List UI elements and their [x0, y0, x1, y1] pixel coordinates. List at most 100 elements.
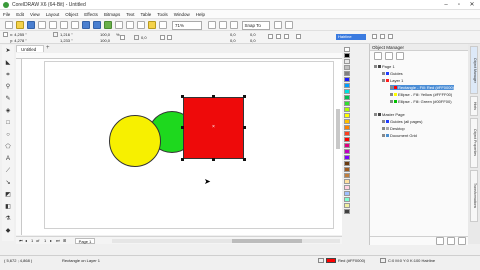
menu-object[interactable]: Object [62, 10, 81, 19]
scale-width-field[interactable]: 100,0 [100, 32, 110, 37]
width-field[interactable]: 1,216 " [60, 32, 73, 37]
show-rulers-icon[interactable] [219, 21, 227, 29]
tab-transformations[interactable]: Transformations [470, 170, 478, 222]
palette-swatch[interactable] [344, 209, 350, 214]
object-manager-row[interactable]: Page 1 [374, 64, 395, 69]
palette-swatch[interactable] [344, 131, 350, 136]
redo-icon[interactable] [92, 21, 101, 29]
prev-page-icon[interactable]: ◂ [25, 237, 27, 245]
paste-icon[interactable] [70, 21, 79, 29]
layer-manager-view-icon[interactable] [395, 52, 404, 60]
selection-handle-top-left[interactable] [181, 95, 184, 98]
minimize-button[interactable]: ‒ [440, 1, 452, 9]
rectangle-tool-icon[interactable]: □ [4, 119, 12, 127]
vertical-scrollbar-thumb[interactable] [336, 109, 340, 149]
palette-swatch[interactable] [344, 53, 350, 58]
shape-tool-icon[interactable]: ◣ [4, 59, 12, 67]
x-position-field[interactable]: x: 4,255 " [10, 32, 27, 37]
palette-swatch[interactable] [344, 89, 350, 94]
palette-swatch[interactable] [344, 179, 350, 184]
eyedropper-tool-icon[interactable]: ⚗ [4, 215, 12, 223]
corner-radius-top-left-field[interactable]: 0,0 [230, 32, 236, 37]
object-manager-row[interactable]: Guides [382, 71, 403, 76]
palette-swatch[interactable] [344, 107, 350, 112]
palette-swatch[interactable] [344, 95, 350, 100]
text-tool-icon[interactable]: A [4, 155, 12, 163]
menu-tools[interactable]: Tools [154, 10, 171, 19]
palette-swatch[interactable] [344, 143, 350, 148]
selection-handle-top-right[interactable] [243, 95, 246, 98]
horizontal-scrollbar[interactable] [112, 239, 340, 243]
snap-to-select[interactable]: Snap To [241, 20, 270, 30]
palette-swatch[interactable] [344, 59, 350, 64]
palette-swatch[interactable] [344, 167, 350, 172]
close-button[interactable]: ✕ [466, 1, 478, 9]
new-layer-icon[interactable] [435, 236, 444, 245]
cut-icon[interactable] [48, 21, 57, 29]
palette-swatch[interactable] [344, 173, 350, 178]
maximize-button[interactable]: ▫ [453, 1, 465, 9]
tab-object-manager[interactable]: Object Manager [470, 46, 478, 94]
export-icon[interactable] [125, 21, 134, 29]
corner-radius-top-right-field[interactable]: 0,0 [250, 32, 256, 37]
fill-color-swatch[interactable] [326, 258, 336, 263]
scale-height-field[interactable]: 100,0 [100, 38, 110, 43]
mirror-vertical-icon[interactable] [167, 35, 172, 40]
transparency-tool-icon[interactable]: ◧ [4, 203, 12, 211]
add-page-icon[interactable]: ⊞ [63, 237, 66, 245]
outline-width-select[interactable]: Hairline [336, 34, 366, 40]
visibility-eye-icon[interactable] [382, 120, 385, 124]
menu-bitmaps[interactable]: Bitmaps [101, 10, 123, 19]
visibility-eye-icon[interactable] [374, 65, 377, 69]
polygon-tool-icon[interactable]: ⬠ [4, 143, 12, 151]
object-manager-row[interactable]: Ellipse - Fill: Yellow (#FFFF00) [390, 92, 452, 97]
freehand-tool-icon[interactable]: ✎ [4, 95, 12, 103]
palette-swatch[interactable] [344, 185, 350, 190]
interactive-fill-tool-icon[interactable]: ◆ [4, 227, 12, 235]
new-master-layer-icon[interactable] [446, 236, 455, 245]
visibility-eye-icon[interactable] [390, 93, 393, 97]
selection-handle-bottom[interactable] [212, 158, 215, 161]
connector-tool-icon[interactable]: ↘ [4, 179, 12, 187]
tab-object-properties[interactable]: Object Properties [470, 118, 478, 168]
visibility-eye-icon[interactable] [390, 100, 393, 104]
page-tab[interactable]: Page 1 [75, 238, 95, 244]
show-grid-icon[interactable] [230, 21, 238, 29]
wrap-text-icon[interactable] [296, 34, 301, 39]
undo-icon[interactable] [81, 21, 90, 29]
open-icon[interactable] [15, 21, 24, 29]
palette-swatch[interactable] [344, 155, 350, 160]
selection-handle-top[interactable] [212, 95, 215, 98]
first-page-icon[interactable]: ⏮ [19, 237, 23, 245]
palette-swatch[interactable] [344, 203, 350, 208]
save-icon[interactable] [26, 21, 35, 29]
document-tab[interactable]: Untitled [16, 45, 44, 52]
coreldraw-app-icon[interactable] [3, 2, 9, 8]
full-screen-preview-icon[interactable] [208, 21, 216, 29]
welcome-screen-icon[interactable] [158, 21, 167, 29]
palette-swatch[interactable] [344, 161, 350, 166]
object-manager-row[interactable]: Layer 1 [382, 78, 403, 83]
height-field[interactable]: 1,233 " [60, 38, 73, 43]
smart-fill-tool-icon[interactable]: ◈ [4, 107, 12, 115]
print-icon[interactable] [37, 21, 46, 29]
copy-icon[interactable] [59, 21, 68, 29]
crop-tool-icon[interactable]: ⌗ [4, 71, 12, 79]
horizontal-scrollbar-thumb[interactable] [232, 239, 302, 243]
mirror-horizontal-icon[interactable] [160, 35, 165, 40]
menu-layout[interactable]: Layout [43, 10, 63, 19]
drawing-canvas[interactable]: × ➤ [22, 59, 342, 235]
new-document-icon[interactable] [4, 21, 13, 29]
next-page-icon[interactable]: ▸ [50, 237, 52, 245]
palette-swatch[interactable] [344, 47, 350, 52]
menu-help[interactable]: Help [193, 10, 208, 19]
import-icon[interactable] [114, 21, 123, 29]
menu-window[interactable]: Window [171, 10, 193, 19]
visibility-eye-icon[interactable] [382, 79, 385, 83]
object-manager-row[interactable]: Master Page [374, 112, 405, 117]
visibility-eye-icon[interactable] [390, 86, 393, 90]
new-tab-icon[interactable]: + [46, 45, 50, 51]
palette-swatch[interactable] [344, 197, 350, 202]
show-properties-icon[interactable] [373, 52, 382, 60]
search-content-icon[interactable] [103, 21, 112, 29]
